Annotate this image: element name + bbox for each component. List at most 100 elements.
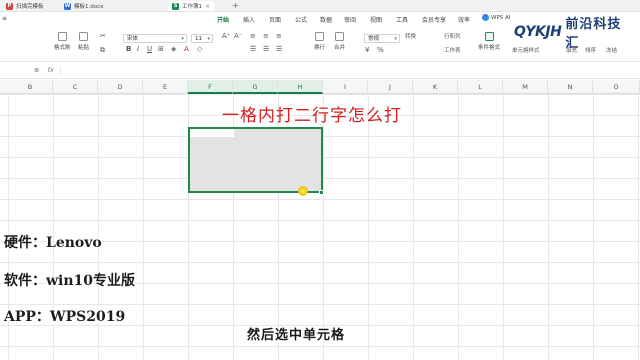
doc-tab-pdf[interactable]: P 扫描完模板: [2, 1, 48, 11]
wrap-label: 换行: [314, 45, 326, 51]
format-painter-label: 格式刷: [54, 45, 71, 51]
number-format-value: 常规: [368, 36, 380, 42]
column-header[interactable]: L: [458, 80, 503, 94]
tab-data[interactable]: 数据: [320, 15, 332, 24]
underline-icon[interactable]: U: [147, 45, 152, 53]
tab-home[interactable]: 开始: [217, 15, 229, 24]
font-name-select[interactable]: 宋体 ▾: [123, 34, 187, 43]
active-cell[interactable]: [190, 129, 234, 137]
pdf-icon: P: [6, 2, 13, 10]
doc-tab-label: 模板1.docx: [74, 4, 104, 10]
clear-icon[interactable]: ◇: [197, 45, 202, 53]
formula-bar: ⊕ fx: [0, 63, 640, 79]
ai-icon: [482, 14, 489, 21]
chevron-down-icon: ▾: [207, 36, 210, 42]
add-tab-icon[interactable]: +: [232, 1, 239, 10]
menu-icon[interactable]: ≡: [2, 15, 7, 22]
cut-icon[interactable]: ✂: [100, 32, 106, 40]
tab-insert[interactable]: 插入: [243, 15, 255, 24]
font-size-value: 11: [195, 36, 202, 42]
increase-font-icon[interactable]: A⁺: [222, 32, 230, 40]
tab-formula[interactable]: 公式: [295, 15, 307, 24]
conditional-format-icon: [484, 32, 494, 41]
cell-style-button[interactable]: 单元格样式: [512, 46, 540, 54]
column-header[interactable]: K: [413, 80, 458, 94]
merge-icon: [335, 32, 344, 41]
hardware-caption: 硬件：Lenovo: [4, 235, 102, 251]
selected-range[interactable]: [188, 127, 323, 193]
close-icon[interactable]: ×: [205, 3, 210, 10]
doc-tab-label: 扫描完模板: [16, 4, 44, 10]
copy-icon[interactable]: ⧉: [100, 46, 105, 55]
column-header-selected[interactable]: H: [278, 80, 323, 94]
name-box[interactable]: [2, 66, 24, 76]
video-subtitle: 然后选中单元格: [247, 328, 346, 343]
sheet-icon: S: [172, 2, 179, 10]
merge-button[interactable]: 合并: [334, 32, 345, 51]
tab-page[interactable]: 页面: [269, 15, 281, 24]
decrease-font-icon[interactable]: A⁻: [234, 32, 242, 40]
column-header-row: B C D E F G H I J K L M N O: [0, 80, 640, 94]
column-header[interactable]: I: [323, 80, 368, 94]
doc-tab-sheet[interactable]: S 工作簿1 ×: [168, 1, 215, 11]
percent-icon[interactable]: %: [377, 46, 384, 54]
italic-icon[interactable]: I: [137, 45, 139, 53]
tab-efficiency[interactable]: 效率: [458, 15, 470, 24]
align-right-icon[interactable]: ☰: [276, 45, 282, 53]
format-painter-button[interactable]: 格式刷: [54, 32, 71, 51]
conditional-format-label: 条件格式: [478, 45, 501, 51]
wrap-text-button[interactable]: 换行: [314, 32, 325, 51]
tab-tools[interactable]: 工具: [396, 15, 408, 24]
word-icon: W: [64, 2, 71, 10]
rows-cols-button[interactable]: 行和列: [444, 32, 461, 40]
wps-ai-label: WPS AI: [491, 14, 511, 21]
zoom-icon[interactable]: ⊕: [34, 66, 39, 74]
convert-button[interactable]: 转换: [405, 32, 416, 40]
column-header[interactable]: O: [593, 80, 640, 94]
logo-mark: QYKJH: [514, 24, 562, 40]
wps-ai-button[interactable]: WPS AI: [482, 14, 510, 21]
column-header[interactable]: D: [98, 80, 143, 94]
brush-icon: [57, 32, 67, 41]
chevron-down-icon: ▾: [394, 36, 397, 42]
column-header-selected[interactable]: G: [233, 80, 278, 94]
column-header[interactable]: N: [548, 80, 593, 94]
column-header[interactable]: B: [8, 80, 53, 94]
font-color-icon[interactable]: A: [184, 45, 189, 53]
app-caption: APP：WPS2019: [4, 309, 126, 325]
bold-icon[interactable]: B: [126, 45, 131, 53]
column-header-selected[interactable]: F: [188, 80, 233, 94]
border-icon[interactable]: ⊞: [158, 45, 164, 53]
font-size-select[interactable]: 11 ▾: [191, 34, 213, 43]
currency-icon[interactable]: ¥: [365, 46, 369, 54]
tab-member[interactable]: 会员专享: [422, 15, 446, 24]
paste-button[interactable]: 粘贴: [78, 32, 89, 51]
worksheet-button[interactable]: 工作表: [444, 46, 461, 54]
clipboard-icon: [79, 32, 88, 41]
logo-text: 前沿科技汇: [565, 17, 622, 51]
column-header[interactable]: M: [503, 80, 548, 94]
fx-icon[interactable]: fx: [47, 66, 53, 74]
number-format-select[interactable]: 常规 ▾: [364, 34, 400, 43]
doc-tab-word[interactable]: W 模板1.docx: [60, 1, 107, 11]
column-header[interactable]: E: [143, 80, 188, 94]
column-header[interactable]: C: [53, 80, 98, 94]
column-header[interactable]: J: [368, 80, 413, 94]
formula-input[interactable]: [60, 66, 636, 76]
conditional-format-button[interactable]: 条件格式: [478, 32, 500, 51]
paste-label: 粘贴: [78, 45, 90, 51]
align-center-icon[interactable]: ☰: [263, 45, 269, 53]
mouse-cursor-highlight: [298, 186, 308, 196]
align-left-icon[interactable]: ☰: [250, 45, 256, 53]
software-caption: 软件：win10专业版: [4, 273, 136, 289]
align-top-icon[interactable]: ≡: [250, 32, 256, 40]
tab-review[interactable]: 审阅: [344, 15, 356, 24]
doc-tab-label: 工作簿1: [182, 4, 202, 10]
fill-color-icon[interactable]: ◈: [171, 45, 176, 53]
align-middle-icon[interactable]: ≡: [263, 32, 269, 40]
formula-icons: ⊕ fx: [34, 66, 54, 74]
align-bottom-icon[interactable]: ≡: [276, 32, 282, 40]
fill-handle[interactable]: [319, 190, 324, 195]
tab-view[interactable]: 视图: [370, 15, 382, 24]
font-name-value: 宋体: [127, 36, 139, 42]
